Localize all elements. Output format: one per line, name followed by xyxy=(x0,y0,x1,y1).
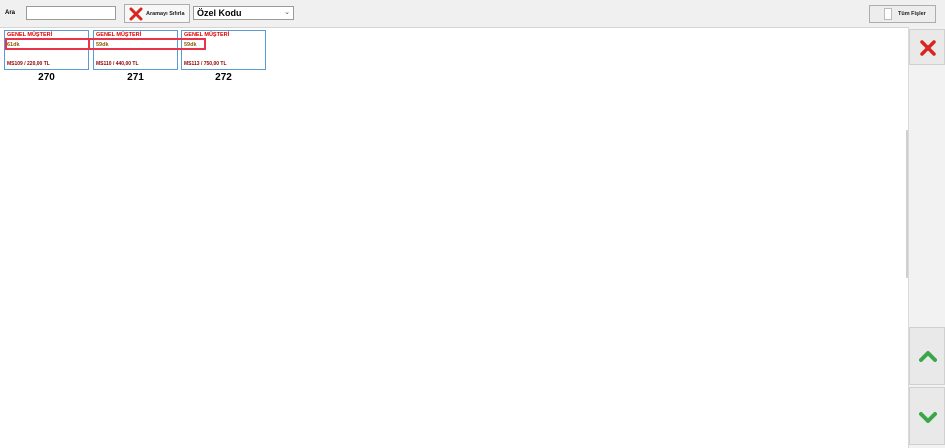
toolbar: Ara Aramayı Sıfırla Özel Kodu ⌄ Tüm Fişl… xyxy=(0,0,945,28)
scroll-down-button[interactable] xyxy=(909,387,945,445)
card-info: MS110 / 440,00 TL xyxy=(96,61,139,67)
card-number: 271 xyxy=(127,72,144,83)
search-label: Ara xyxy=(5,10,16,16)
reset-search-button[interactable]: Aramayı Sıfırla xyxy=(124,4,190,23)
scroll-up-button[interactable] xyxy=(909,327,945,385)
card-number: 272 xyxy=(215,72,232,83)
field-select-value: Özel Kodu xyxy=(197,8,242,18)
order-card[interactable]: GENEL MÜŞTERİ 59dk MS110 / 440,00 TL xyxy=(93,30,178,70)
order-card[interactable]: GENEL MÜŞTERİ 59dk MS113 / 750,00 TL xyxy=(181,30,266,70)
reset-search-label: Aramayı Sıfırla xyxy=(146,11,185,17)
card-info: MS109 / 220,00 TL xyxy=(7,61,50,67)
all-receipts-button[interactable]: Tüm Fişler xyxy=(869,5,936,23)
close-button[interactable] xyxy=(909,29,945,65)
close-icon xyxy=(920,40,936,56)
highlight-box xyxy=(5,38,90,50)
document-icon xyxy=(884,8,892,20)
field-select[interactable]: Özel Kodu ⌄ xyxy=(193,6,294,20)
right-panel xyxy=(908,27,945,448)
order-card[interactable]: GENEL MÜŞTERİ 61dk MS109 / 220,00 TL xyxy=(4,30,89,70)
search-input[interactable] xyxy=(26,6,116,20)
card-number: 270 xyxy=(38,72,55,83)
card-info: MS113 / 750,00 TL xyxy=(184,61,227,67)
chevron-down-icon xyxy=(919,412,937,423)
chevron-up-icon xyxy=(919,351,937,362)
red-x-icon xyxy=(129,7,143,21)
all-receipts-label: Tüm Fişler xyxy=(898,11,926,17)
chevron-down-icon: ⌄ xyxy=(284,9,290,16)
